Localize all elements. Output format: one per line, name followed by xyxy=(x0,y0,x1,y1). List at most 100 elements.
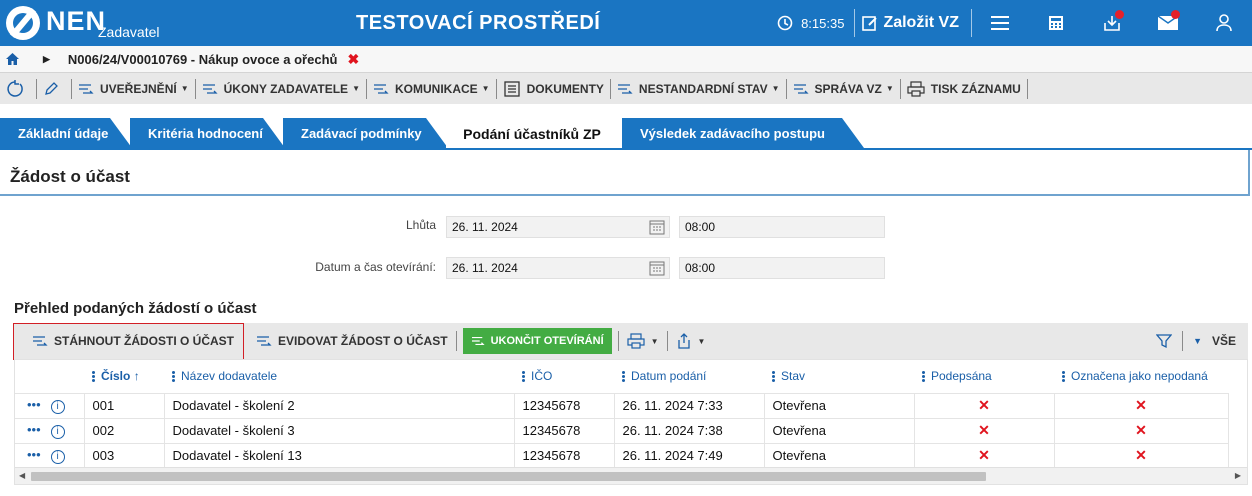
nen-logo[interactable]: NEN xyxy=(6,4,106,44)
deadline-time-field[interactable]: 08:00 xyxy=(679,216,885,238)
tab-zakladni-udaje[interactable]: Základní údaje xyxy=(0,118,132,148)
chevron-down-icon[interactable]: ▼ xyxy=(1193,336,1202,346)
close-icon[interactable]: ✖ xyxy=(347,51,359,68)
export-menu-button[interactable]: ▼ xyxy=(668,323,714,359)
edit-button[interactable] xyxy=(37,73,71,105)
breadcrumb: ▶ N006/24/V00010769 - Nákup ovoce a ořec… xyxy=(0,46,1252,72)
register-request-label: EVIDOVAT ŽÁDOST O ÚČAST xyxy=(278,334,448,348)
table-row[interactable]: ••• i 003 Dodavatel - školení 13 12345678… xyxy=(15,442,1229,468)
cell-ico: 12345678 xyxy=(514,442,615,468)
pencil-icon xyxy=(45,81,58,95)
more-icon[interactable]: ••• xyxy=(27,447,41,462)
menu-button[interactable] xyxy=(972,0,1028,46)
chevron-down-icon: ▼ xyxy=(481,84,490,93)
inbox-button[interactable] xyxy=(1084,0,1140,46)
opening-label: Datum a čas otevírání: xyxy=(315,260,436,274)
breadcrumb-title[interactable]: N006/24/V00010769 - Nákup ovoce a ořechů xyxy=(68,52,338,67)
cross-icon: ✕ xyxy=(1054,417,1229,443)
session-time: 8:15:35 xyxy=(801,15,845,31)
info-icon[interactable]: i xyxy=(50,450,65,465)
tab-vysledek[interactable]: Výsledek zadávacího postupu xyxy=(622,118,864,148)
column-header-nepodana[interactable]: Označena jako nepodaná xyxy=(1054,360,1228,393)
requests-grid: Číslo ↑ Název dodavatele IČO Datum podán… xyxy=(14,359,1248,485)
toolbar-menu-komunikace[interactable]: KOMUNIKACE ▼ xyxy=(367,73,496,105)
cell-datum: 26. 11. 2024 7:49 xyxy=(614,442,765,468)
toolbar-tisk[interactable]: TISK ZÁZNAMU xyxy=(901,73,1027,105)
finish-opening-button[interactable]: UKONČIT OTEVÍRÁNÍ xyxy=(462,328,612,354)
table-row[interactable]: ••• i 001 Dodavatel - školení 2 12345678 … xyxy=(15,392,1229,418)
notification-dot xyxy=(1171,10,1180,19)
new-vz-button[interactable]: Založit VZ xyxy=(855,14,971,32)
home-icon[interactable] xyxy=(6,53,19,65)
horizontal-scrollbar[interactable]: ◀ ▶ xyxy=(15,467,1247,484)
column-header-podepsana[interactable]: Podepsána xyxy=(914,360,1054,393)
cell-stav: Otevřena xyxy=(764,417,915,443)
action-icon xyxy=(373,83,389,94)
column-header-nazev[interactable]: Název dodavatele xyxy=(164,360,514,393)
column-header-ico[interactable]: IČO xyxy=(514,360,614,393)
edit-icon xyxy=(862,16,878,31)
tab-zadavaci-podminky[interactable]: Zadávací podmínky xyxy=(283,118,448,148)
chevron-down-icon: ▼ xyxy=(650,336,659,346)
user-button[interactable] xyxy=(1196,0,1252,46)
table-row[interactable]: ••• i 002 Dodavatel - školení 3 12345678 … xyxy=(15,417,1229,443)
print-menu-button[interactable]: ▼ xyxy=(619,323,667,359)
deadline-date-field[interactable]: 26. 11. 2024 xyxy=(446,216,670,238)
more-icon[interactable]: ••• xyxy=(27,422,41,437)
clock-icon xyxy=(777,15,793,31)
action-icon xyxy=(33,336,48,346)
tab-bar: Základní údaje Kritéria hodnocení Zadáva… xyxy=(0,118,1252,150)
chevron-down-icon: ▼ xyxy=(771,84,780,93)
cell-nazev: Dodavatel - školení 3 xyxy=(164,417,515,443)
register-request-button[interactable]: EVIDOVAT ŽÁDOST O ÚČAST xyxy=(244,323,456,359)
toolbar-menu-uverejneni[interactable]: UVEŘEJNĚNÍ ▼ xyxy=(72,73,195,105)
cross-icon: ✕ xyxy=(1054,442,1229,468)
scroll-right-icon[interactable]: ▶ xyxy=(1235,471,1241,480)
action-icon xyxy=(471,336,485,346)
action-icon xyxy=(79,83,94,94)
user-icon xyxy=(1216,14,1232,32)
info-icon[interactable]: i xyxy=(50,400,65,414)
deadline-date-value: 26. 11. 2024 xyxy=(452,220,518,234)
messages-button[interactable] xyxy=(1140,0,1196,46)
main-toolbar: UVEŘEJNĚNÍ ▼ ÚKONY ZADAVATELE ▼ KOMUNIKACE… xyxy=(0,72,1252,104)
cell-datum: 26. 11. 2024 7:38 xyxy=(614,417,765,443)
toolbar-menu-nestandardni[interactable]: NESTANDARDNÍ STAV ▼ xyxy=(611,73,786,105)
toolbar-label: SPRÁVA VZ xyxy=(814,81,882,96)
column-header-stav[interactable]: Stav xyxy=(764,360,914,393)
cross-icon: ✕ xyxy=(914,417,1055,443)
column-header-datum[interactable]: Datum podání xyxy=(614,360,764,393)
chevron-down-icon: ▼ xyxy=(697,336,706,346)
chevron-right-icon: ▶ xyxy=(43,53,50,64)
cell-datum: 26. 11. 2024 7:33 xyxy=(614,392,765,418)
section-title: Žádost o účast xyxy=(10,167,130,186)
cell-cislo: 003 xyxy=(84,442,165,468)
more-icon[interactable]: ••• xyxy=(27,397,41,412)
scroll-left-icon[interactable]: ◀ xyxy=(19,471,25,480)
tab-kriteria[interactable]: Kritéria hodnocení xyxy=(130,118,285,148)
logo-text: NEN xyxy=(46,6,107,36)
download-requests-button[interactable]: STÁHNOUT ŽÁDOSTI O ÚČAST xyxy=(13,322,244,360)
opening-date-field[interactable]: 26. 11. 2024 xyxy=(446,257,670,279)
arrow-up-icon: ↑ xyxy=(133,369,140,384)
opening-time-field[interactable]: 08:00 xyxy=(679,257,885,279)
refresh-button[interactable] xyxy=(0,73,36,105)
info-icon[interactable]: i xyxy=(50,425,65,439)
toolbar-dokumenty[interactable]: DOKUMENTY xyxy=(497,73,610,105)
calendar-icon[interactable] xyxy=(649,260,665,276)
calculator-button[interactable] xyxy=(1028,0,1084,46)
toolbar-label: TISK ZÁZNAMU xyxy=(930,81,1021,96)
toolbar-menu-sprava[interactable]: SPRÁVA VZ ▼ xyxy=(787,73,900,105)
action-icon xyxy=(793,83,809,94)
column-header-cislo[interactable]: Číslo ↑ xyxy=(84,360,164,393)
filter-all-label[interactable]: VŠE xyxy=(1212,334,1236,348)
document-icon xyxy=(503,80,520,97)
toolbar-menu-ukony[interactable]: ÚKONY ZADAVATELE ▼ xyxy=(196,73,366,105)
scrollbar-thumb[interactable] xyxy=(31,472,986,481)
calendar-icon[interactable] xyxy=(649,219,665,235)
table-header-row: Číslo ↑ Název dodavatele IČO Datum podán… xyxy=(15,360,1228,393)
filter-icon[interactable] xyxy=(1156,333,1173,349)
print-icon xyxy=(627,333,645,349)
export-icon xyxy=(677,333,690,349)
tab-podani-ucastniku[interactable]: Podání účastníků ZP xyxy=(446,118,618,150)
